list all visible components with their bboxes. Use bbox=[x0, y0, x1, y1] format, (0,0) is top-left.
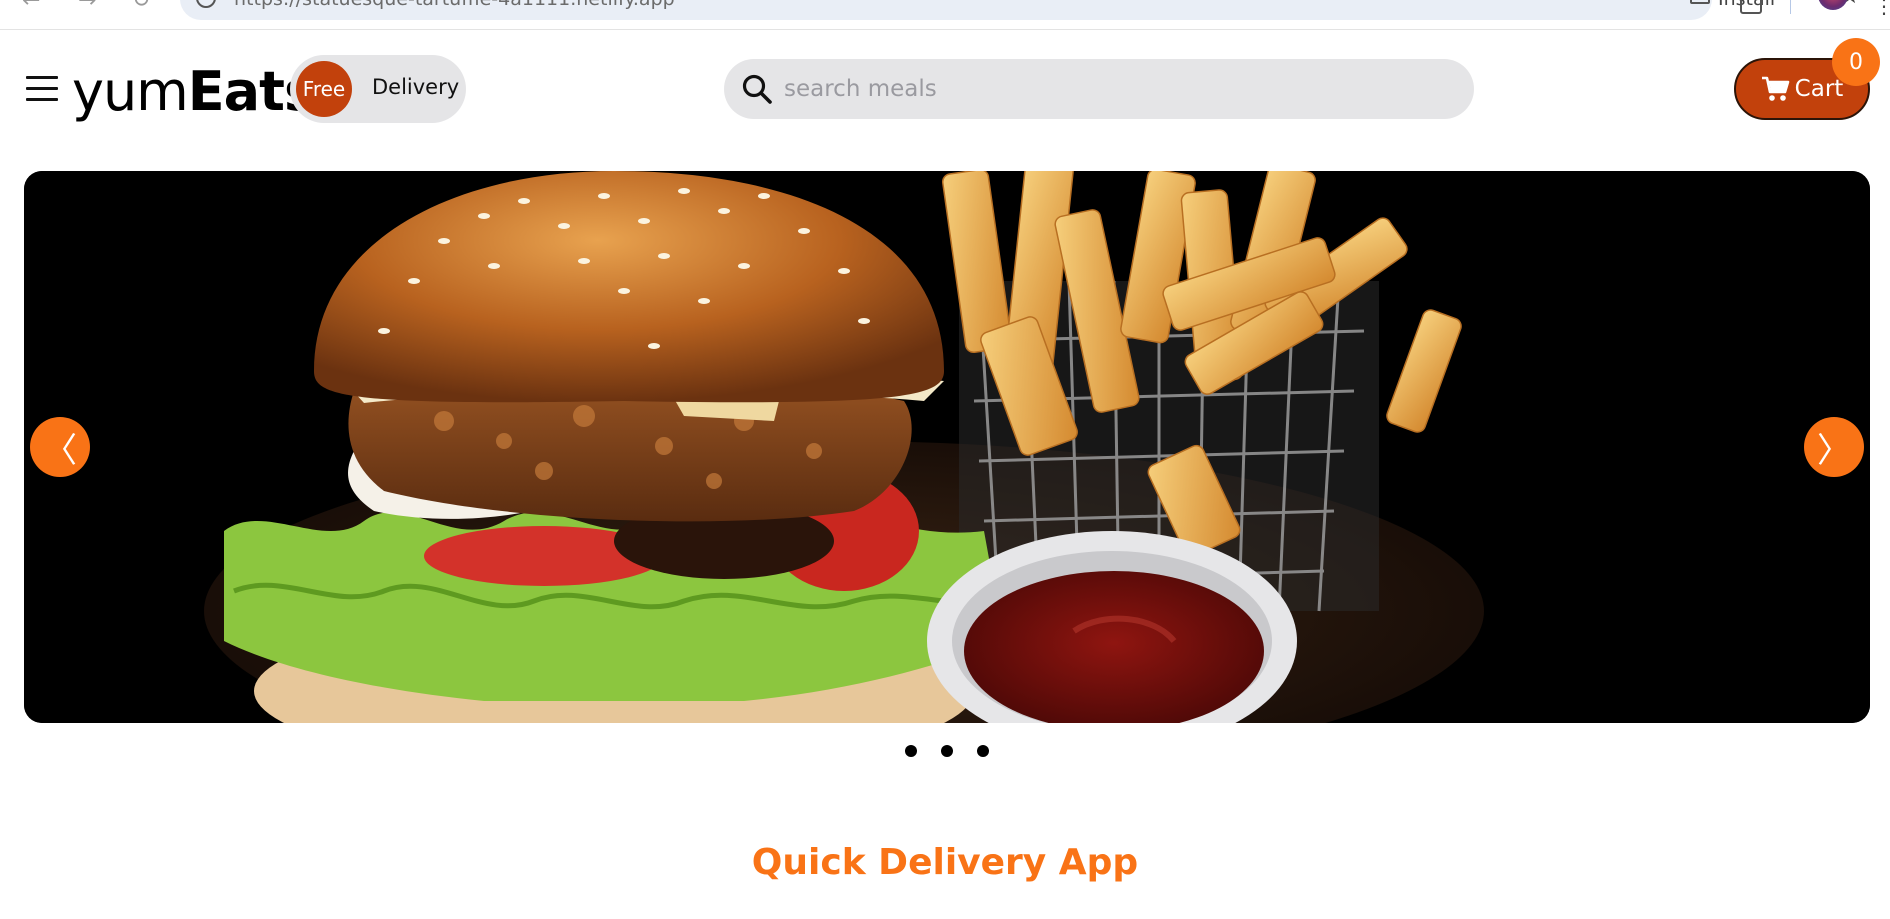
free-delivery-badge: Free Delivery bbox=[290, 55, 466, 123]
carousel-dot-1[interactable] bbox=[905, 745, 917, 757]
carousel-prev-button[interactable]: 〈 bbox=[30, 417, 90, 477]
search-bar bbox=[724, 59, 1474, 119]
toolbar-divider bbox=[1790, 0, 1791, 14]
section-title: Quick Delivery App bbox=[751, 842, 1139, 883]
site-info-icon[interactable] bbox=[196, 0, 216, 8]
cart-count-badge: 0 bbox=[1832, 38, 1880, 86]
hero-carousel: 〈 〉 bbox=[24, 171, 1870, 723]
back-icon[interactable]: ← bbox=[22, 0, 40, 13]
url-text[interactable]: https://statuesque-tartuffle-4a1111.netl… bbox=[234, 0, 675, 10]
carousel-dot-2[interactable] bbox=[941, 745, 953, 757]
app-header: yumEats Free Delivery Cart 0 bbox=[0, 30, 1890, 150]
carousel-pagination bbox=[0, 745, 1890, 761]
cart-icon bbox=[1761, 76, 1789, 101]
cart-label: Cart bbox=[1794, 76, 1844, 102]
logo[interactable]: yumEats bbox=[72, 54, 316, 130]
hero-food-image bbox=[24, 171, 1870, 723]
extensions-icon[interactable] bbox=[1740, 0, 1762, 14]
carousel-next-button[interactable]: 〉 bbox=[1804, 417, 1864, 477]
browser-toolbar: ← → ↻ https://statuesque-tartuffle-4a111… bbox=[0, 0, 1890, 30]
address-bar[interactable]: https://statuesque-tartuffle-4a1111.netl… bbox=[180, 0, 1860, 20]
search-input[interactable] bbox=[784, 67, 1444, 111]
more-menu-icon[interactable]: ⋮ bbox=[1874, 0, 1890, 18]
delivery-label: Delivery bbox=[372, 75, 460, 99]
carousel-dot-3[interactable] bbox=[977, 745, 989, 757]
forward-icon[interactable]: → bbox=[78, 0, 96, 13]
install-icon[interactable] bbox=[1690, 0, 1710, 4]
reload-icon[interactable]: ↻ bbox=[132, 0, 150, 13]
logo-light-text: yum bbox=[72, 60, 189, 123]
search-icon[interactable] bbox=[740, 72, 774, 106]
free-label: Free bbox=[296, 61, 352, 117]
hamburger-menu-icon[interactable] bbox=[26, 74, 58, 102]
